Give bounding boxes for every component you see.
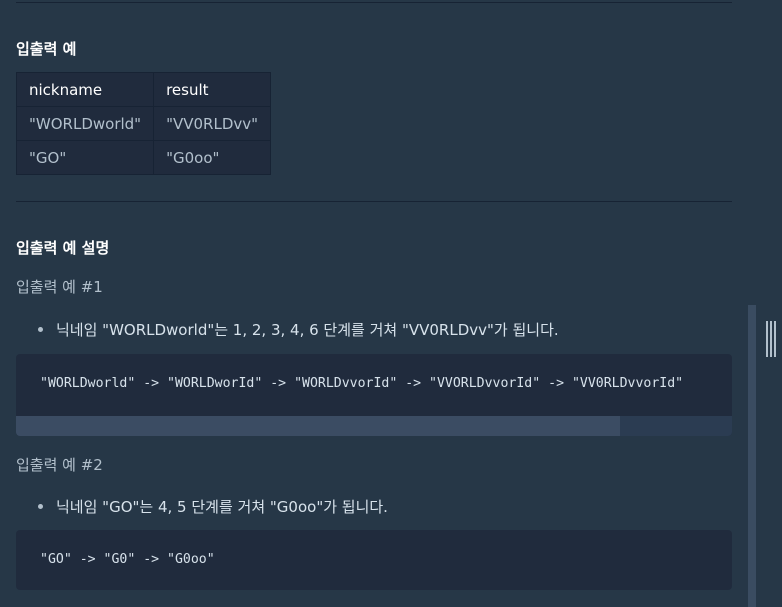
section-divider (16, 201, 732, 202)
table-header-row: nickname result (15, 72, 272, 107)
resize-handle-icon[interactable] (766, 321, 776, 357)
table-row: "GO" "G0oo" (15, 140, 272, 175)
table-cell: "WORLDworld" (15, 106, 155, 141)
code-text: "GO" -> "G0" -> "G0oo" (40, 552, 215, 567)
vertical-scrollbar[interactable] (748, 305, 756, 607)
code-text: "WORLDworld" -> "WORLDworId" -> "WORLDvv… (40, 376, 684, 391)
example-bullet-1: 닉네임 "WORLDworld"는 1, 2, 3, 4, 6 단계를 거쳐 "… (38, 319, 559, 340)
table-cell: "GO" (15, 140, 155, 175)
table-cell: "G0oo" (153, 140, 272, 175)
code-block-2: "GO" -> "G0" -> "G0oo" (16, 530, 732, 590)
section-title: 입출력 예 (16, 40, 77, 58)
column-header-result: result (153, 72, 272, 107)
explain-title: 입출력 예 설명 (16, 239, 110, 257)
bullet-dot-icon (38, 327, 43, 332)
table-row: "WORLDworld" "VV0RLDvv" (15, 106, 272, 141)
code-block-1: "WORLDworld" -> "WORLDworId" -> "WORLDvv… (16, 354, 732, 436)
horizontal-scrollbar[interactable] (16, 416, 732, 436)
example-label-1: 입출력 예 #1 (16, 278, 103, 296)
bullet-text: 닉네임 "GO"는 4, 5 단계를 거쳐 "G0oo"가 됩니다. (56, 498, 388, 516)
io-table: nickname result "WORLDworld" "VV0RLDvv" … (15, 72, 272, 175)
table-cell: "VV0RLDvv" (153, 106, 272, 141)
bullet-dot-icon (38, 504, 43, 509)
example-label-2: 입출력 예 #2 (16, 456, 103, 474)
top-divider (16, 2, 732, 3)
column-header-nickname: nickname (15, 72, 155, 107)
scrollbar-thumb[interactable] (16, 416, 620, 436)
bullet-text: 닉네임 "WORLDworld"는 1, 2, 3, 4, 6 단계를 거쳐 "… (56, 321, 559, 339)
example-bullet-2: 닉네임 "GO"는 4, 5 단계를 거쳐 "G0oo"가 됩니다. (38, 496, 388, 517)
